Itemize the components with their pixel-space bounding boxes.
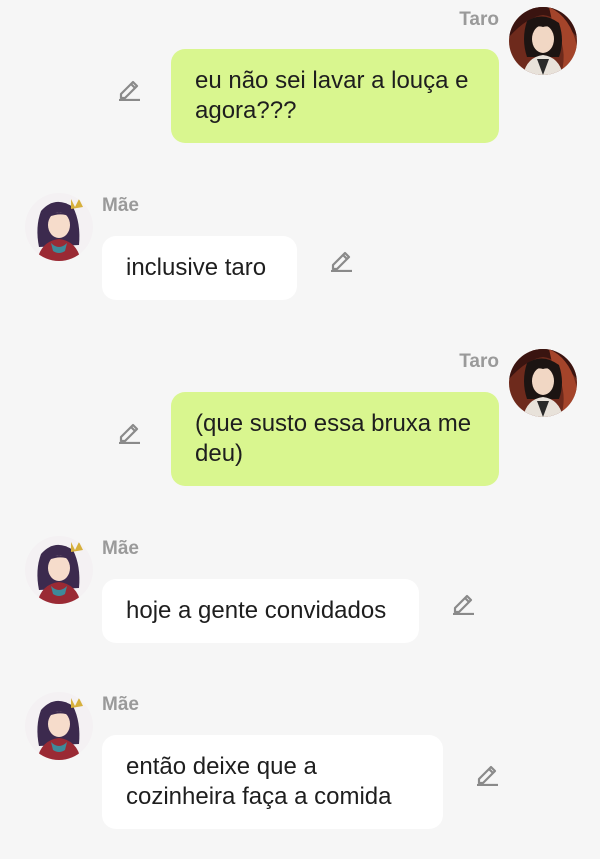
message-row: Mãe então deixe que a cozinheira faça a …: [0, 0, 600, 859]
avatar[interactable]: [25, 692, 93, 760]
pencil-icon[interactable]: [474, 760, 500, 786]
message-bubble[interactable]: então deixe que a cozinheira faça a comi…: [102, 735, 443, 829]
sender-name: Mãe: [102, 694, 139, 715]
